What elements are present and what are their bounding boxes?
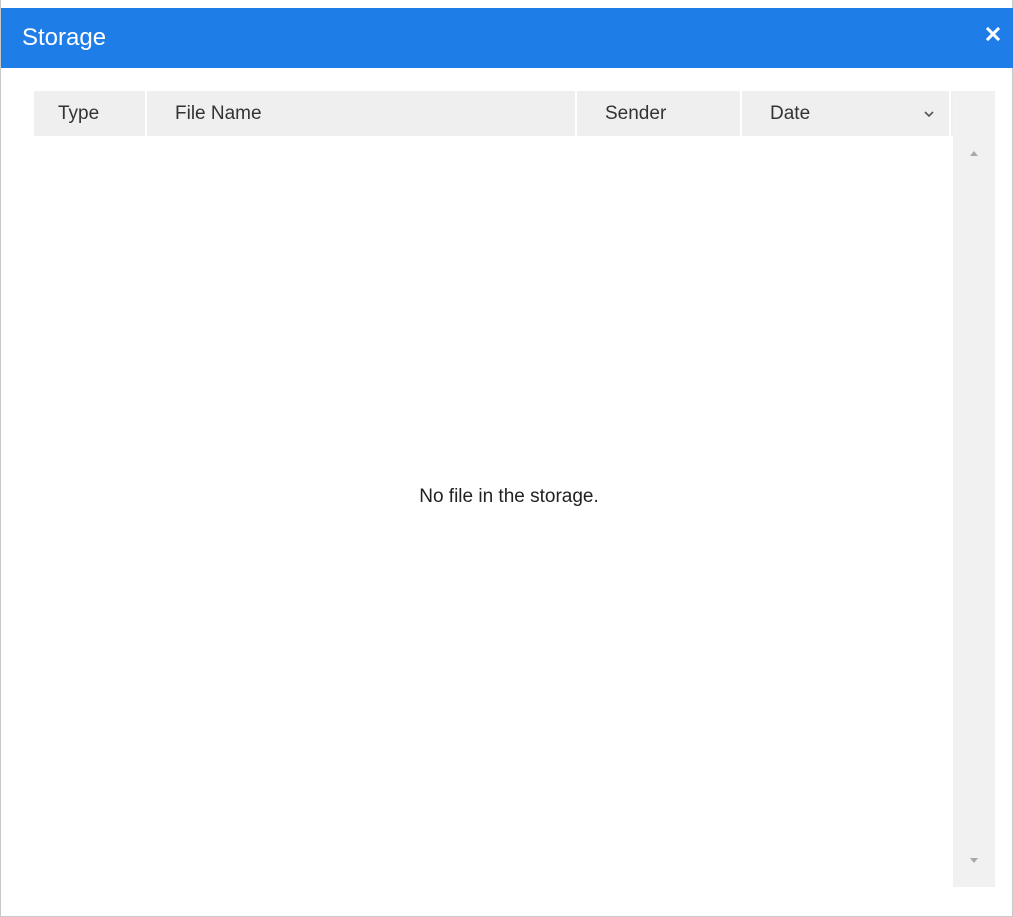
column-header-file-name[interactable]: File Name [147,91,577,136]
table-header: Type File Name Sender Date [34,91,995,136]
close-icon [985,26,1001,42]
sort-indicator[interactable] [923,91,935,136]
chevron-down-icon [924,111,934,118]
empty-message: No file in the storage. [419,486,599,507]
dialog-title: Storage [22,24,107,51]
column-header-date[interactable]: Date [742,91,951,136]
storage-dialog: Storage Type File Name Sender Date No fi… [0,0,1013,917]
file-table: Type File Name Sender Date No file in th… [34,91,995,887]
column-header-sender[interactable]: Sender [577,91,742,136]
column-header-type[interactable]: Type [34,91,147,136]
scroll-up-arrow-icon [970,151,978,156]
scroll-down-arrow-icon [970,858,978,863]
title-bar: Storage [1,8,1013,68]
table-body [34,136,951,887]
vertical-scrollbar[interactable] [953,91,995,887]
scroll-up-button[interactable] [953,145,995,169]
scroll-down-button[interactable] [953,853,995,877]
close-button[interactable] [980,22,1006,48]
column-header-date-label: Date [770,103,811,124]
